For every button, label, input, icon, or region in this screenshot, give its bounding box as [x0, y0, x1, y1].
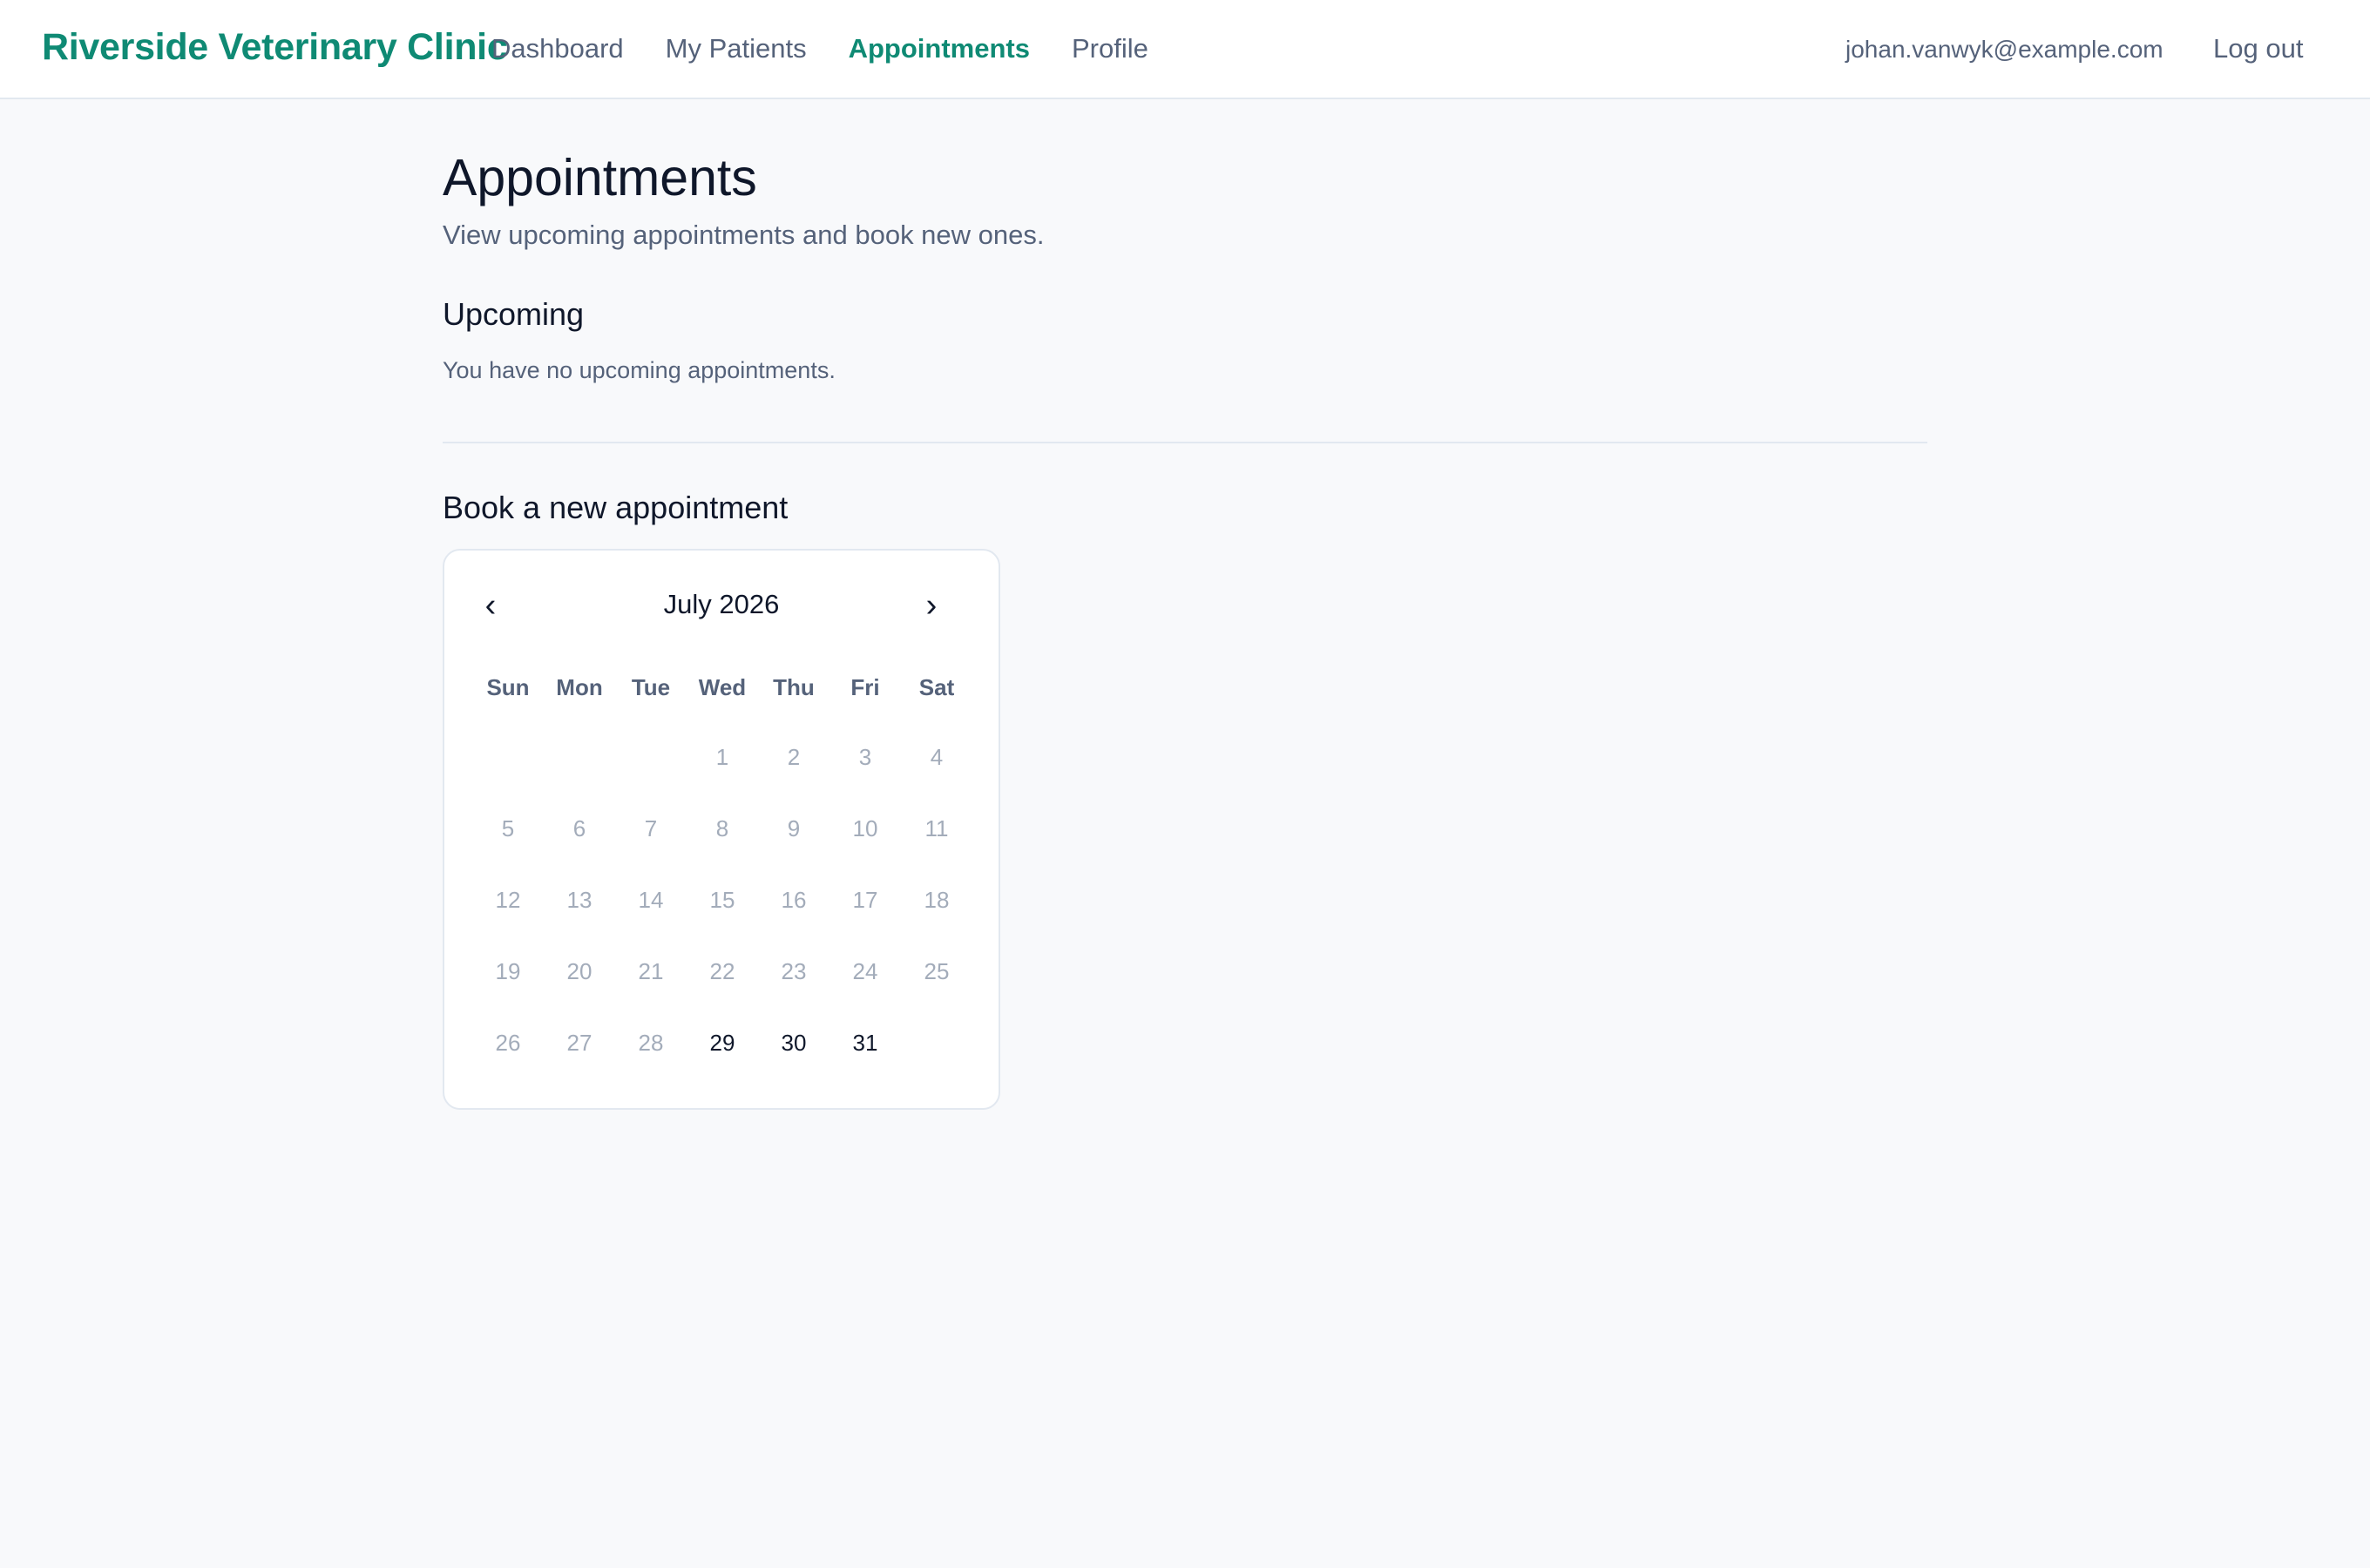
brand-logo-link[interactable]: Riverside Veterinary Clinic — [42, 26, 508, 69]
logout-button[interactable]: Log out — [2213, 33, 2303, 64]
nav-link-profile[interactable]: Profile — [1072, 33, 1148, 64]
weekday-label: Sat — [918, 674, 955, 700]
calendar-day-disabled: 20 — [566, 957, 592, 984]
calendar-day-disabled: 2 — [787, 743, 801, 770]
weekday-label: Fri — [850, 674, 880, 700]
calendar-day-disabled: 1 — [715, 743, 729, 770]
weekday-label: Wed — [698, 674, 747, 700]
calendar-day-available[interactable]: 29 — [687, 1007, 758, 1078]
calendar-day-disabled: 17 — [852, 886, 878, 913]
calendar-day-disabled: 26 — [495, 1029, 521, 1056]
nav-link-my-patients[interactable]: My Patients — [666, 33, 807, 64]
top-navbar: Riverside Veterinary Clinic Dashboard My… — [0, 0, 2370, 99]
calendar-day-disabled: 13 — [566, 886, 592, 913]
calendar-day-disabled: 4 — [930, 743, 944, 770]
page-subtitle: View upcoming appointments and book new … — [443, 220, 1045, 250]
calendar-day-disabled: 19 — [495, 957, 521, 984]
upcoming-heading: Upcoming — [443, 296, 585, 332]
calendar-day-disabled: 7 — [644, 814, 658, 841]
book-appointment-heading: Book a new appointment — [443, 490, 789, 525]
upcoming-empty-message: You have no upcoming appointments. — [443, 357, 836, 383]
weekday-label: Sun — [486, 674, 530, 700]
calendar-day-disabled: 24 — [852, 957, 878, 984]
calendar-day-disabled: 16 — [781, 886, 807, 913]
nav-link-appointments[interactable]: Appointments — [849, 33, 1030, 64]
calendar-empty-cell — [615, 721, 687, 793]
main-nav: Dashboard My Patients Appointments Profi… — [491, 33, 1190, 64]
calendar-days-grid: 1 2 3 4 5 6 7 8 9 10 11 12 13 14 15 16 17 18 19 20 21 22 23 24 2… — [472, 721, 972, 1078]
calendar-day-disabled: 23 — [781, 957, 807, 984]
chevron-right-icon[interactable]: › — [910, 584, 953, 627]
calendar-day-disabled: 12 — [495, 886, 521, 913]
calendar-day-disabled: 5 — [501, 814, 515, 841]
calendar-day-disabled: 22 — [709, 957, 735, 984]
calendar-day-disabled: 14 — [638, 886, 664, 913]
calendar-day-disabled: 11 — [924, 814, 949, 841]
calendar-day-disabled: 28 — [638, 1029, 664, 1056]
user-email: johan.vanwyk@example.com — [1845, 36, 2163, 63]
section-divider — [443, 442, 1927, 443]
calendar-day-disabled: 27 — [566, 1029, 592, 1056]
calendar-empty-cell — [472, 721, 544, 793]
calendar-day-disabled: 10 — [852, 814, 878, 841]
page-title: Appointments — [443, 149, 757, 206]
calendar-day-disabled: 21 — [638, 957, 664, 984]
appointment-calendar: ‹ July 2026 › Sun Mon Tue Wed Thu Fri Sa… — [443, 549, 1000, 1110]
nav-link-dashboard[interactable]: Dashboard — [491, 33, 624, 64]
weekday-label: Thu — [773, 674, 815, 700]
calendar-day-disabled: 18 — [924, 886, 950, 913]
calendar-day-disabled: 9 — [787, 814, 801, 841]
calendar-day-disabled: 25 — [924, 957, 950, 984]
calendar-empty-cell — [544, 721, 615, 793]
calendar-weekday-header: Sun Mon Tue Wed Thu Fri Sat — [472, 672, 972, 702]
calendar-day-disabled: 6 — [572, 814, 586, 841]
calendar-day-available[interactable]: 31 — [830, 1007, 901, 1078]
weekday-label: Mon — [556, 674, 603, 700]
calendar-day-available[interactable]: 30 — [758, 1007, 830, 1078]
calendar-day-disabled: 8 — [715, 814, 729, 841]
calendar-day-disabled: 3 — [858, 743, 872, 770]
calendar-day-disabled: 15 — [709, 886, 735, 913]
weekday-label: Tue — [631, 674, 671, 700]
